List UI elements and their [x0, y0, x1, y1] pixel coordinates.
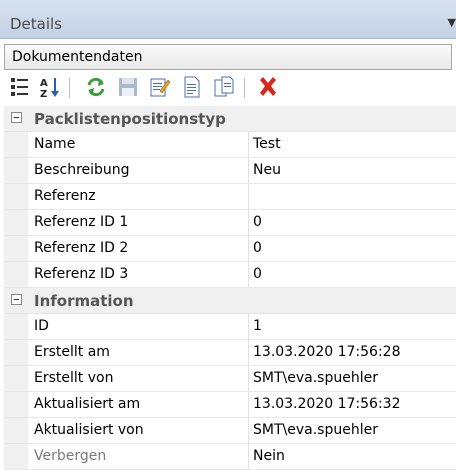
property-row-verbergen[interactable]: Verbergen Nein: [4, 444, 456, 470]
property-row-erstellt-von[interactable]: Erstellt von SMT\eva.spuehler: [4, 366, 456, 392]
category-packlistenpositionstyp[interactable]: Packlistenpositionstyp: [4, 106, 456, 132]
property-value[interactable]: 0: [253, 214, 262, 230]
panel-menu-arrow-icon[interactable]: ▼: [448, 16, 456, 29]
details-panel-header: Details ▼: [0, 0, 456, 39]
panel-title: Details: [10, 15, 63, 33]
property-name: Name: [34, 136, 76, 152]
property-row-aktualisiert-am[interactable]: Aktualisiert am 13.03.2020 17:56:32: [4, 392, 456, 418]
property-row-erstellt-am[interactable]: Erstellt am 13.03.2020 17:56:28: [4, 340, 456, 366]
collapse-icon[interactable]: [11, 112, 22, 123]
property-row-aktualisiert-von[interactable]: Aktualisiert von SMT\eva.spuehler: [4, 418, 456, 444]
object-selector-value: Dokumentendaten: [12, 49, 143, 65]
property-name: ID: [34, 318, 49, 334]
property-value[interactable]: SMT\eva.spuehler: [253, 370, 378, 386]
property-row-name[interactable]: Name Test: [4, 132, 456, 158]
property-row-referenz-id-3[interactable]: Referenz ID 3 0: [4, 262, 456, 288]
property-value[interactable]: SMT\eva.spuehler: [253, 422, 378, 438]
property-row-referenz-id-2[interactable]: Referenz ID 2 0: [4, 236, 456, 262]
property-value[interactable]: 0: [253, 240, 262, 256]
property-name: Verbergen: [34, 448, 107, 464]
property-name: Aktualisiert am: [34, 396, 141, 412]
property-value[interactable]: Neu: [253, 162, 281, 178]
property-value[interactable]: 1: [253, 318, 262, 334]
new-document-icon[interactable]: [180, 75, 204, 99]
property-name: Referenz ID 3: [34, 266, 129, 282]
property-name: Erstellt von: [34, 370, 114, 386]
sort-alphabetical-icon[interactable]: A Z: [38, 75, 62, 100]
object-selector[interactable]: Dokumentendaten: [4, 44, 452, 70]
property-row-beschreibung[interactable]: Beschreibung Neu: [4, 158, 456, 184]
delete-icon[interactable]: [256, 75, 280, 99]
categorized-icon[interactable]: [8, 75, 32, 99]
property-name: Referenz ID 1: [34, 214, 129, 230]
category-information[interactable]: Information: [4, 288, 456, 314]
property-value[interactable]: Nein: [253, 448, 285, 464]
svg-text:A: A: [40, 78, 48, 89]
refresh-icon[interactable]: [84, 75, 108, 99]
property-row-referenz-id-1[interactable]: Referenz ID 1 0: [4, 210, 456, 236]
property-name: Erstellt am: [34, 344, 110, 360]
property-name: Beschreibung: [34, 162, 130, 178]
property-name: Aktualisiert von: [34, 422, 144, 438]
property-name: Referenz ID 2: [34, 240, 129, 256]
property-name: Referenz: [34, 188, 96, 204]
property-value[interactable]: Test: [253, 136, 281, 152]
category-title: Packlistenpositionstyp: [34, 110, 226, 128]
property-value[interactable]: 0: [253, 266, 262, 282]
property-row-id[interactable]: ID 1: [4, 314, 456, 340]
property-value[interactable]: 13.03.2020 17:56:28: [253, 344, 401, 360]
category-title: Information: [34, 292, 134, 310]
svg-text:Z: Z: [40, 89, 47, 99]
edit-icon[interactable]: [148, 75, 172, 99]
property-row-referenz[interactable]: Referenz: [4, 184, 456, 210]
toolbar: A Z: [8, 75, 456, 101]
save-icon[interactable]: [116, 75, 140, 99]
property-grid: Packlistenpositionstyp Name Test Beschre…: [4, 106, 456, 470]
copy-document-icon[interactable]: [212, 75, 236, 99]
collapse-icon[interactable]: [11, 294, 22, 305]
property-value[interactable]: 13.03.2020 17:56:32: [253, 396, 401, 412]
